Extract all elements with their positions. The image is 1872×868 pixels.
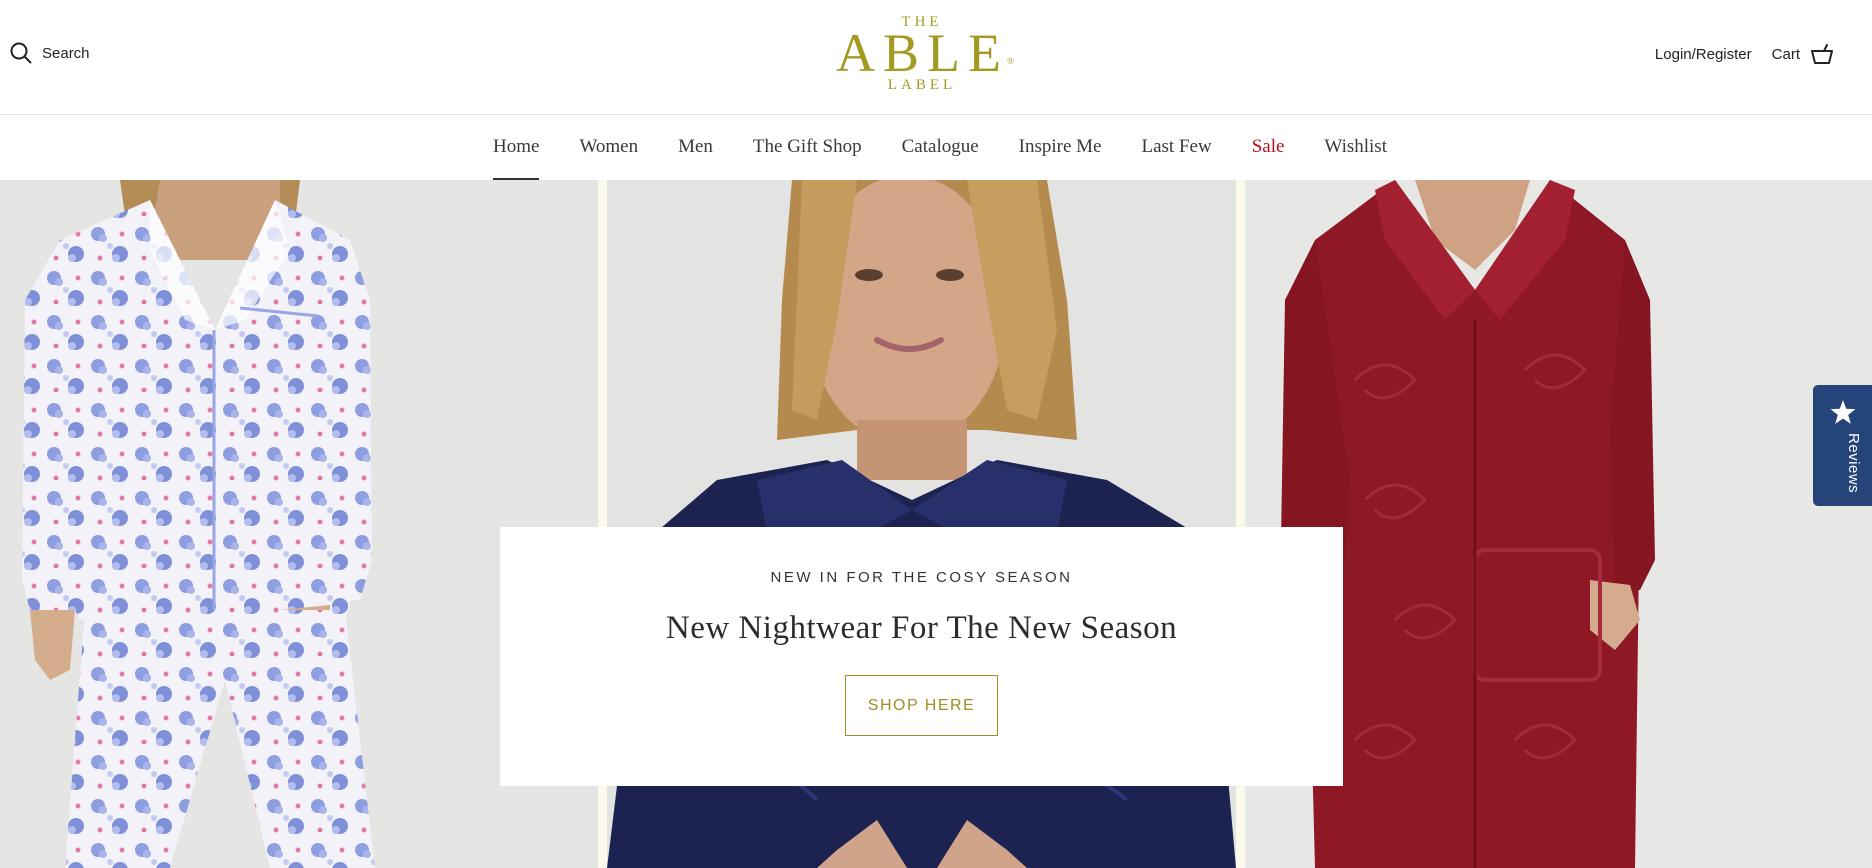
basket-icon xyxy=(1811,44,1833,64)
nav-item-catalogue[interactable]: Catalogue xyxy=(882,116,999,180)
logo-main-text: ABLE ® xyxy=(836,23,1014,83)
promo-card: NEW IN FOR THE COSY SEASON New Nightwear… xyxy=(500,527,1343,786)
star-icon xyxy=(1830,400,1856,424)
site-header: Search THE ABLE ® LABEL Login/Register Ca… xyxy=(0,0,1872,115)
nav-item-last-few[interactable]: Last Few xyxy=(1122,116,1232,180)
main-navigation: Home Women Men The Gift Shop Catalogue I… xyxy=(0,116,1872,180)
logo-registered-mark: ® xyxy=(1007,56,1014,66)
nav-item-inspire-me[interactable]: Inspire Me xyxy=(999,116,1122,180)
nav-item-wishlist[interactable]: Wishlist xyxy=(1304,116,1407,180)
reviews-tab[interactable]: Reviews xyxy=(1813,385,1872,506)
search-button[interactable]: Search xyxy=(10,42,90,64)
cart-button[interactable]: Cart xyxy=(1772,43,1834,65)
hero-banner: NEW IN FOR THE COSY SEASON New Nightwear… xyxy=(0,180,1872,868)
promo-eyebrow: NEW IN FOR THE COSY SEASON xyxy=(770,569,1073,586)
cart-label: Cart xyxy=(1771,45,1800,63)
login-register-link[interactable]: Login/Register xyxy=(1655,46,1752,63)
reviews-label: Reviews xyxy=(1845,433,1862,494)
nav-item-home[interactable]: Home xyxy=(473,116,559,180)
search-icon xyxy=(10,42,32,64)
nav-item-gift-shop[interactable]: The Gift Shop xyxy=(733,116,882,180)
account-links: Login/Register Cart xyxy=(1655,43,1834,65)
promo-headline: New Nightwear For The New Season xyxy=(665,610,1178,646)
search-label: Search xyxy=(42,44,90,62)
nav-item-men[interactable]: Men xyxy=(658,116,733,180)
nav-item-sale[interactable]: Sale xyxy=(1232,116,1305,180)
brand-logo[interactable]: THE ABLE ® LABEL xyxy=(836,14,1014,96)
nav-item-women[interactable]: Women xyxy=(559,116,658,180)
shop-here-button[interactable]: SHOP HERE xyxy=(845,675,998,736)
